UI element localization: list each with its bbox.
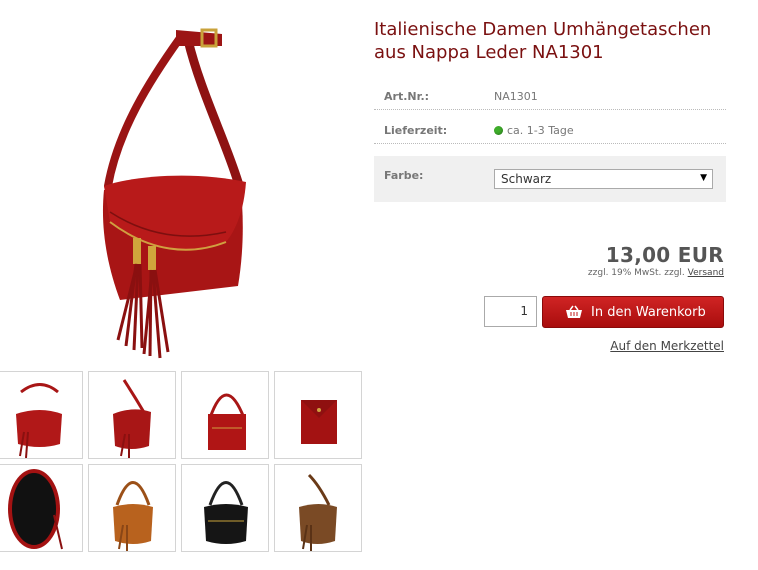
wishlist-link[interactable]: Auf den Merkzettel bbox=[610, 339, 724, 353]
color-option-box: Farbe: Schwarz ▼ bbox=[374, 156, 726, 202]
product-title: Italienische Damen Umhängetaschen aus Na… bbox=[374, 19, 712, 63]
chevron-down-icon: ▼ bbox=[700, 173, 707, 183]
thumbnail-4[interactable] bbox=[274, 371, 362, 459]
product-price: 13,00 EUR bbox=[605, 243, 724, 267]
color-label: Farbe: bbox=[384, 169, 424, 182]
thumbnail-2[interactable] bbox=[88, 371, 176, 459]
divider bbox=[374, 109, 726, 110]
add-to-cart-button[interactable]: In den Warenkorb bbox=[542, 296, 724, 328]
shopping-basket-icon bbox=[565, 305, 583, 323]
color-select[interactable]: Schwarz ▼ bbox=[494, 169, 713, 189]
add-to-cart-label: In den Warenkorb bbox=[591, 305, 706, 320]
availability-dot-icon bbox=[494, 126, 503, 135]
art-nr-value: NA1301 bbox=[494, 90, 538, 103]
thumbnail-7[interactable] bbox=[181, 464, 269, 552]
thumbnail-5[interactable] bbox=[0, 464, 83, 552]
color-select-value: Schwarz bbox=[501, 172, 552, 186]
thumbnail-3[interactable] bbox=[181, 371, 269, 459]
delivery-label: Lieferzeit: bbox=[384, 124, 448, 137]
quantity-input[interactable]: 1 bbox=[484, 296, 537, 327]
art-nr-label: Art.Nr.: bbox=[384, 90, 430, 103]
thumbnail-1[interactable] bbox=[0, 371, 83, 459]
thumbnail-8[interactable] bbox=[274, 464, 362, 552]
tax-note: zzgl. 19% MwSt. zzgl. Versand bbox=[587, 268, 724, 278]
divider bbox=[374, 143, 726, 144]
thumbnail-6[interactable] bbox=[88, 464, 176, 552]
shipping-link[interactable]: Versand bbox=[688, 268, 724, 278]
main-product-image[interactable] bbox=[0, 0, 368, 362]
delivery-value: ca. 1-3 Tage bbox=[494, 124, 574, 137]
